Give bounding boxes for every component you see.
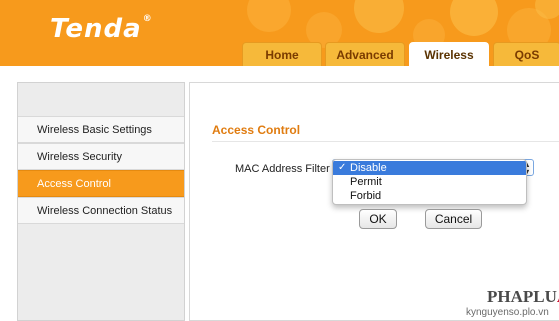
sidebar-item-wireless-security[interactable]: Wireless Security [18,143,184,170]
tab-wireless[interactable]: Wireless [409,42,489,66]
watermark-url: kynguyenso.plo.vn [466,307,549,318]
header-bar: Tenda® Home Advanced Wireless QoS [0,0,559,66]
option-forbid[interactable]: Forbid [333,189,526,203]
cancel-button[interactable]: Cancel [425,209,482,229]
watermark-logo: PHAPLUAT [487,287,559,306]
sidebar-item-wireless-connection-status[interactable]: Wireless Connection Status [18,197,184,224]
sidebar-item-wireless-basic-settings[interactable]: Wireless Basic Settings [18,116,184,143]
page-title: Access Control [212,123,301,137]
mac-filter-dropdown-menu: ✓ Disable Permit Forbid [332,159,527,205]
tab-advanced[interactable]: Advanced [325,42,405,66]
option-permit[interactable]: Permit [333,175,526,189]
tenda-logo: Tenda® [50,14,153,44]
sidebar: Wireless Basic Settings Wireless Securit… [17,82,185,321]
mac-filter-label: MAC Address Filter [235,163,330,175]
sidebar-item-access-control[interactable]: Access Control [18,170,184,197]
tab-home[interactable]: Home [242,42,322,66]
main-panel: Access Control MAC Address Filter ▲▼ ✓ D… [189,82,559,321]
checkmark-icon: ✓ [338,162,347,173]
option-disable[interactable]: ✓ Disable [333,161,526,175]
divider [212,141,559,142]
ok-button[interactable]: OK [359,209,397,229]
tab-qos[interactable]: QoS [493,42,559,66]
